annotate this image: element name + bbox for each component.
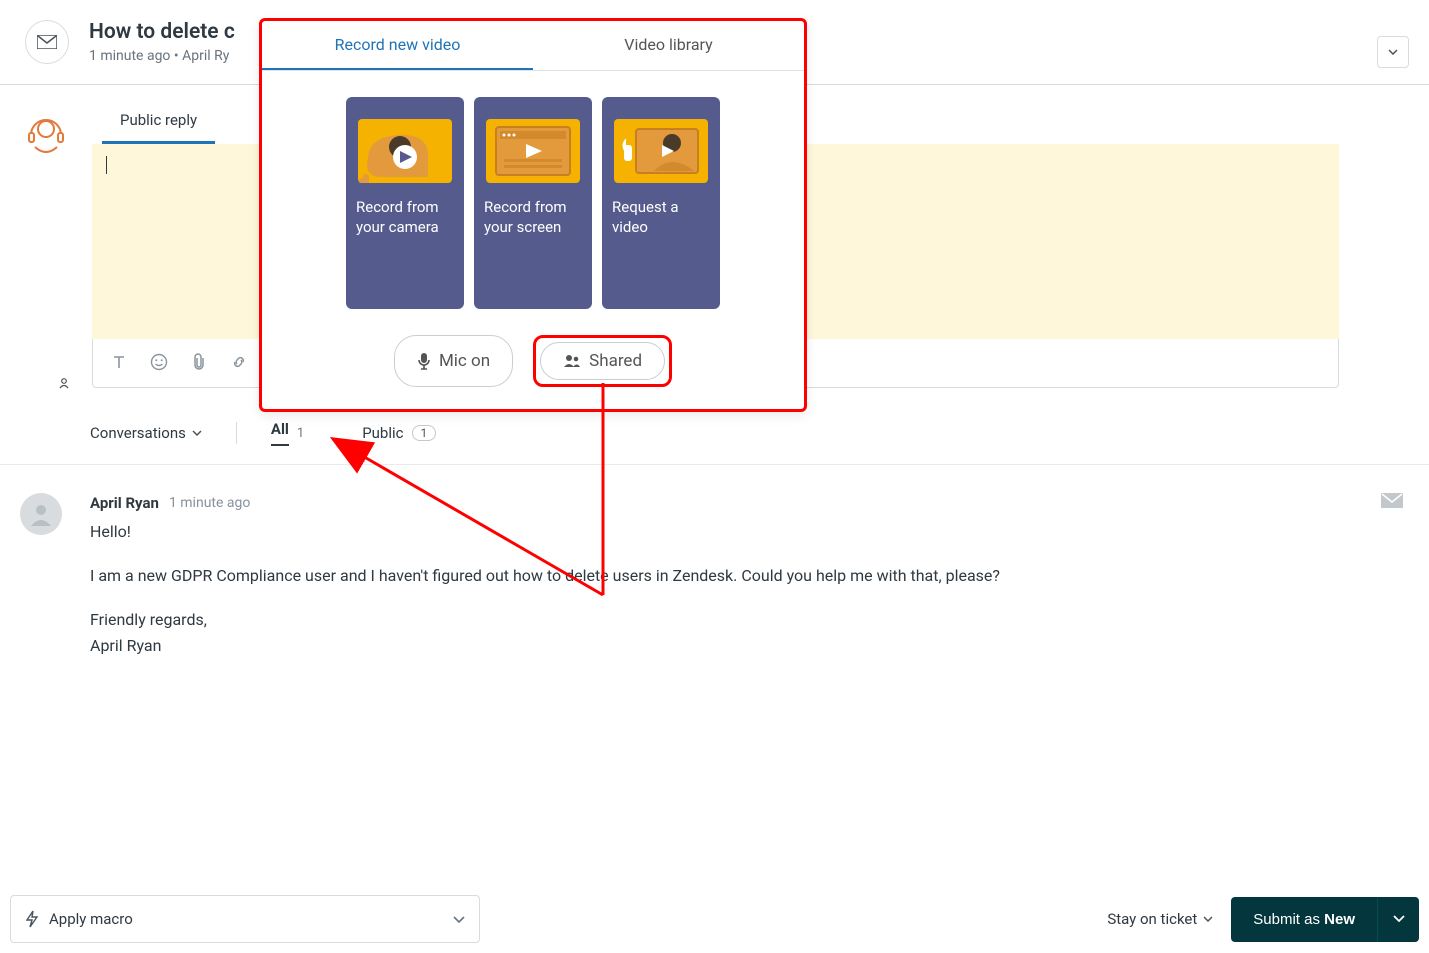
card-record-camera[interactable]: Record from your camera — [346, 97, 464, 309]
conversation-text: Hello! I am a new GDPR Compliance user a… — [90, 520, 1409, 658]
filter-public-label: Public — [362, 424, 403, 442]
bolt-icon — [25, 910, 39, 928]
msg-sign1: Friendly regards, — [90, 608, 1409, 632]
shared-toggle[interactable]: Shared — [540, 342, 665, 380]
card-request-video[interactable]: Request a video — [602, 97, 720, 309]
msg-greeting: Hello! — [90, 520, 1409, 544]
conversation-channel-icon — [1381, 493, 1409, 512]
filter-public[interactable]: Public 1 — [362, 420, 436, 446]
card-record-screen[interactable]: Record from your screen — [474, 97, 592, 309]
person-icon — [58, 377, 70, 389]
format-text-button[interactable] — [107, 350, 131, 374]
submit-status: New — [1324, 911, 1355, 928]
conversation-header: April Ryan 1 minute ago — [90, 493, 1409, 512]
ticket-heading-block: How to delete c 1 minute ago • April Ry — [89, 20, 235, 64]
card-screen-thumb — [486, 119, 580, 183]
msg-main: I am a new GDPR Compliance user and I ha… — [90, 564, 1409, 588]
channel-badge — [25, 20, 69, 64]
attachment-button[interactable] — [187, 350, 211, 374]
mic-toggle[interactable]: Mic on — [394, 335, 513, 387]
person-icon — [28, 501, 54, 527]
card-camera-label: Record from your camera — [356, 197, 454, 238]
bottom-bar: Apply macro Stay on ticket Submit as New — [10, 895, 1419, 943]
ticket-title: How to delete c — [89, 20, 235, 44]
agent-sub-icon — [55, 374, 73, 392]
agent-avatar — [25, 111, 67, 388]
people-icon — [563, 354, 581, 368]
smile-icon — [150, 353, 168, 371]
stay-on-ticket[interactable]: Stay on ticket — [1107, 910, 1213, 928]
filter-all-count: 1 — [297, 426, 304, 441]
chevron-down-icon — [1388, 49, 1398, 55]
ticket-options-dropdown[interactable] — [1377, 36, 1409, 68]
tab-video-library[interactable]: Video library — [533, 21, 804, 70]
tab-public-reply[interactable]: Public reply — [102, 105, 215, 144]
video-popover: Record new video Video library Record fr… — [259, 18, 807, 412]
paperclip-icon — [191, 353, 207, 371]
submit-prefix: Submit as — [1253, 911, 1324, 928]
filter-all[interactable]: All 1 — [271, 416, 304, 450]
mic-label: Mic on — [439, 351, 490, 371]
ticket-meta: 1 minute ago • April Ry — [89, 48, 235, 64]
video-controls: Mic on Shared — [262, 327, 804, 409]
card-request-thumb — [614, 119, 708, 183]
conversations-label[interactable]: Conversations — [90, 424, 202, 442]
shared-label: Shared — [589, 351, 642, 371]
shared-button-highlight: Shared — [533, 335, 672, 387]
link-button[interactable] — [227, 350, 251, 374]
tab-record-new-video[interactable]: Record new video — [262, 21, 533, 70]
submit-group: Submit as New — [1231, 897, 1419, 942]
chevron-down-icon — [1393, 915, 1405, 923]
conversation-author: April Ryan — [90, 494, 159, 512]
mail-icon — [37, 35, 57, 49]
chevron-down-icon — [192, 430, 202, 436]
submit-button[interactable]: Submit as New — [1231, 897, 1377, 942]
card-request-label: Request a video — [612, 197, 710, 238]
conversation-time: 1 minute ago — [169, 495, 250, 511]
apply-macro-label: Apply macro — [49, 910, 133, 928]
msg-sign2: April Ryan — [90, 634, 1409, 658]
conversation-item: April Ryan 1 minute ago Hello! I am a ne… — [0, 465, 1429, 680]
video-popover-tabs: Record new video Video library — [262, 21, 804, 71]
submit-dropdown[interactable] — [1377, 897, 1419, 942]
conversation-body: April Ryan 1 minute ago Hello! I am a ne… — [90, 493, 1409, 660]
link-icon — [230, 353, 248, 371]
stay-label: Stay on ticket — [1107, 910, 1197, 928]
text-cursor — [106, 156, 107, 174]
filter-public-count: 1 — [412, 425, 437, 441]
headset-icon — [25, 111, 67, 153]
video-cards: Record from your camera Record from your… — [262, 71, 804, 327]
apply-macro-button[interactable]: Apply macro — [10, 895, 480, 943]
card-camera-thumb — [358, 119, 452, 183]
filter-all-label: All — [271, 420, 289, 446]
divider — [236, 422, 237, 444]
requester-avatar — [20, 493, 62, 535]
chevron-down-icon — [1203, 916, 1213, 922]
emoji-button[interactable] — [147, 350, 171, 374]
chevron-down-icon — [453, 910, 465, 928]
mail-icon — [1381, 493, 1403, 508]
card-screen-label: Record from your screen — [484, 197, 582, 238]
text-icon — [111, 354, 127, 370]
conversations-label-text: Conversations — [90, 424, 186, 442]
mic-icon — [417, 352, 431, 370]
right-actions: Stay on ticket Submit as New — [1107, 897, 1419, 942]
